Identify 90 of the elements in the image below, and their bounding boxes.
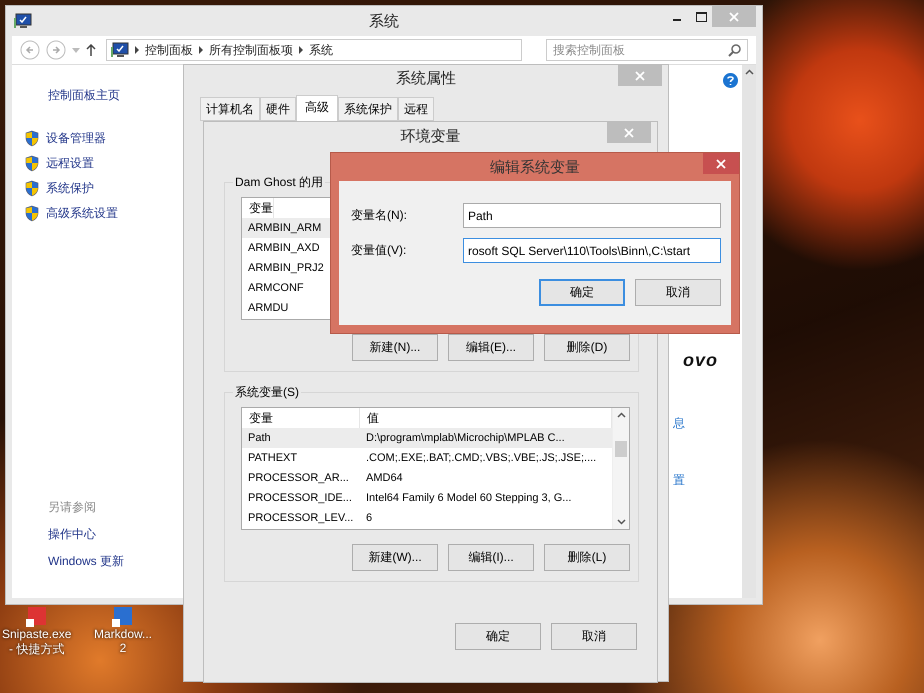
variable-value: AMD64 — [365, 471, 404, 486]
dialog-button[interactable]: 取消 — [551, 623, 637, 650]
tab[interactable]: 系统保护 — [338, 97, 398, 121]
window-title: 系统 — [369, 12, 399, 30]
variable-value: .COM;.EXE;.BAT;.CMD;.VBS;.VBE;.JS;.JSE;.... — [365, 451, 598, 466]
sidebar-item[interactable]: 系统保护 — [24, 176, 184, 201]
variable-name: PROCESSOR_AR... — [247, 471, 350, 486]
variable-list[interactable]: 变量 值 Path D:\program\mplab\Microchip\MPLAB C... PATHEXT .COM;.EXE;.BAT;.CMD;.VBS;.VBE;.JS;.JSE;.... PROCESSOR_AR... AMD64 PROCESSOR_IDE... Intel64 Family 6 Model 60 Stepping 3, G... PROCESSOR_LEV... 6 — [241, 407, 630, 530]
list-row[interactable]: PATHEXT .COM;.EXE;.BAT;.CMD;.VBS;.VBE;.JS;.JSE;.... — [242, 448, 612, 468]
shield-icon — [24, 180, 40, 197]
sidebar-item[interactable]: 远程设置 — [24, 151, 184, 176]
input-field[interactable]: rosoft SQL Server\110\Tools\Binn\,C:\start — [463, 238, 721, 263]
dialog-button[interactable]: 删除(D) — [544, 334, 630, 361]
scroll-up-icon[interactable] — [744, 69, 754, 75]
group-title: 系统变量(S) — [233, 384, 301, 401]
computer-icon — [14, 13, 32, 29]
close-button[interactable] — [712, 6, 756, 27]
breadcrumb[interactable]: 控制面板 — [145, 42, 193, 58]
tab[interactable]: 计算机名 — [200, 97, 260, 121]
close-icon — [635, 70, 645, 80]
app-icon — [26, 607, 48, 627]
close-button[interactable] — [607, 122, 651, 143]
up-arrow-icon[interactable] — [86, 44, 96, 56]
list-row[interactable]: PROCESSOR_IDE... Intel64 Family 6 Model 60 Stepping 3, G... — [242, 488, 612, 508]
desktop-shortcut[interactable]: Markdow... 2 — [94, 607, 152, 655]
scrollbar[interactable] — [612, 408, 629, 529]
shield-icon — [24, 130, 40, 147]
back-icon[interactable] — [20, 40, 40, 60]
dialog-button[interactable]: 取消 — [635, 279, 721, 306]
shortcut-label: Snipaste.exe — [2, 627, 72, 641]
close-button[interactable] — [618, 65, 662, 86]
variable-value: Intel64 Family 6 Model 60 Stepping 3, G... — [365, 491, 572, 506]
list-row[interactable]: PROCESSOR_AR... AMD64 — [242, 468, 612, 488]
shortcut-label: - 快捷方式 — [9, 641, 64, 658]
close-button[interactable] — [703, 153, 739, 174]
variable-name: ARMBIN_PRJ2 — [247, 261, 324, 276]
sidebar-link[interactable]: Windows 更新 — [48, 553, 184, 570]
window-title: 环境变量 — [400, 126, 460, 146]
sidebar-item[interactable]: 高级系统设置 — [24, 201, 184, 226]
variable-value: 6 — [365, 511, 374, 526]
computer-icon — [111, 42, 129, 58]
dialog-button[interactable]: 删除(L) — [544, 544, 630, 571]
dialog-button[interactable]: 确定 — [539, 279, 625, 306]
field-label: 变量值(V): — [351, 242, 408, 259]
field-label: 变量名(N): — [351, 207, 408, 224]
close-icon — [716, 158, 726, 168]
variable-name: ARMDU — [247, 301, 288, 316]
breadcrumb[interactable]: 系统 — [309, 42, 333, 58]
window-title: 编辑系统变量 — [490, 158, 580, 176]
sidebar-item[interactable]: 设备管理器 — [24, 126, 184, 151]
dialog-button[interactable]: 确定 — [455, 623, 541, 650]
search-icon — [728, 44, 741, 56]
scroll-down-icon[interactable] — [616, 519, 626, 525]
breadcrumb[interactable]: 所有控制面板项 — [209, 42, 293, 58]
input-field[interactable]: Path — [463, 203, 721, 228]
tab[interactable]: 硬件 — [260, 97, 296, 121]
variable-name: PROCESSOR_IDE... — [247, 491, 353, 506]
close-icon — [624, 128, 634, 138]
dropdown-icon[interactable] — [72, 48, 80, 52]
scrollbar[interactable] — [742, 65, 756, 598]
variable-name: PATHEXT — [247, 451, 298, 466]
desktop-shortcut[interactable]: Snipaste.exe - 快捷方式 — [2, 607, 72, 658]
search-field[interactable]: 搜索控制面板 — [546, 39, 748, 61]
tab[interactable]: 远程 — [398, 97, 434, 121]
maximize-icon[interactable] — [696, 12, 707, 22]
see-also-heading: 另请参阅 — [48, 499, 97, 516]
close-icon — [729, 12, 739, 22]
shield-icon — [24, 155, 40, 172]
shield-icon — [24, 205, 40, 222]
dialog-button[interactable]: 新建(W)... — [352, 544, 438, 571]
scroll-up-icon[interactable] — [616, 412, 626, 418]
app-icon — [112, 607, 134, 627]
dialog-button[interactable]: 新建(N)... — [352, 334, 438, 361]
shortcut-label: 2 — [120, 641, 126, 655]
link-text[interactable]: 息 — [673, 415, 685, 432]
logo-text: ovo — [683, 350, 718, 371]
dialog-button[interactable]: 编辑(E)... — [448, 334, 534, 361]
forward-icon[interactable] — [46, 40, 66, 60]
list-row[interactable]: PROCESSOR_LEV... 6 — [242, 508, 612, 528]
tab[interactable]: 高级 — [296, 95, 338, 121]
window-title: 系统属性 — [396, 68, 456, 88]
help-icon[interactable] — [723, 73, 738, 88]
dialog-button[interactable]: 编辑(I)... — [448, 544, 534, 571]
link-text[interactable]: 置 — [673, 472, 685, 489]
scroll-thumb[interactable] — [615, 440, 627, 456]
variable-name: PROCESSOR_LEV... — [247, 511, 354, 526]
sidebar-link[interactable]: 操作中心 — [48, 526, 184, 543]
sidebar-link[interactable]: 控制面板主页 — [48, 87, 184, 104]
address-bar[interactable]: 控制面板 所有控制面板项 系统 — [106, 39, 522, 61]
shortcut-label: Markdow... — [94, 627, 152, 641]
